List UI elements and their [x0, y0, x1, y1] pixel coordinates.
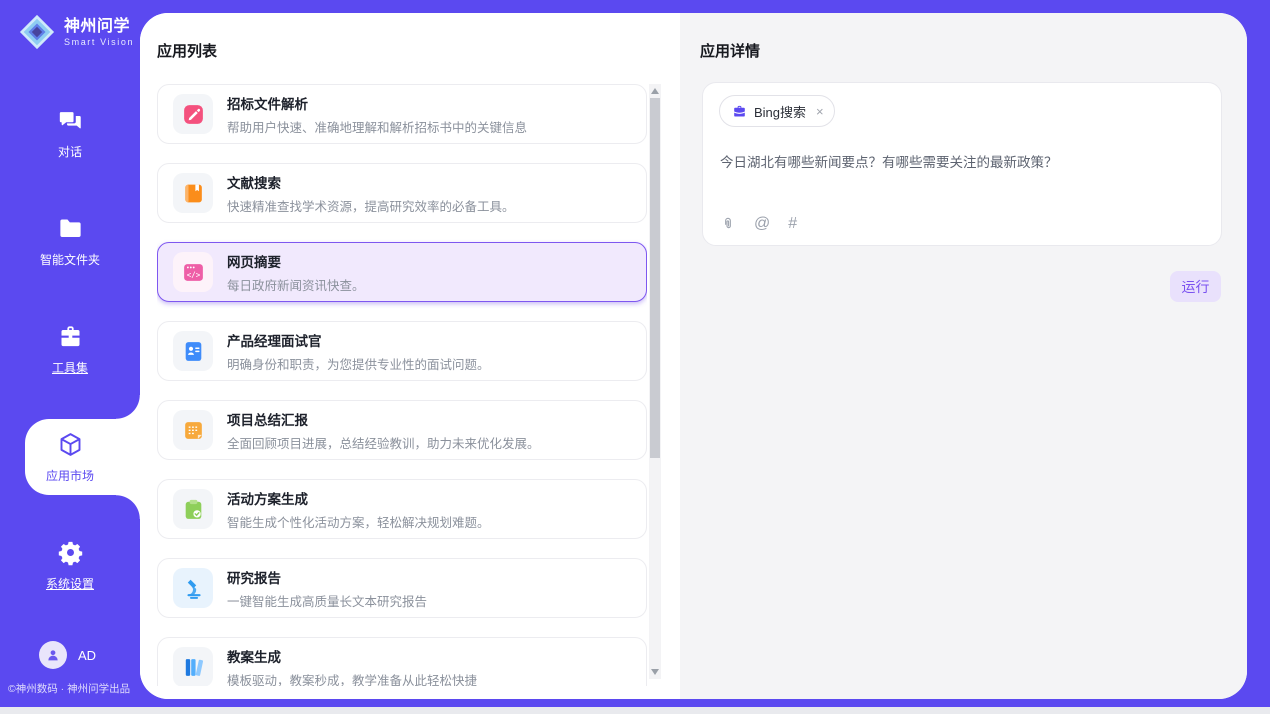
scrollbar-up-arrow-icon[interactable]	[651, 88, 659, 94]
user-label: AD	[78, 648, 96, 663]
sidebar-item-cube[interactable]: 应用市场	[0, 403, 140, 511]
resume-person-icon	[181, 339, 206, 364]
avatar-person-icon	[45, 647, 61, 663]
app-item-description: 帮助用户快速、准确地理解和解析招标书中的关键信息	[227, 117, 527, 136]
app-item-title: 文献搜索	[227, 172, 515, 192]
book-icon	[181, 181, 206, 206]
briefcase-icon	[732, 104, 747, 119]
clipboard-check-icon	[181, 497, 206, 522]
app-list-item[interactable]: 教案生成 模板驱动，教案秒成，教学准备从此轻松快捷	[157, 637, 647, 686]
app-list-item[interactable]: 项目总结汇报 全面回顾项目进展，总结经验教训，助力未来优化发展。	[157, 400, 647, 460]
sidebar-item-label: 系统设置	[46, 575, 94, 592]
app-item-description: 明确身份和职责，为您提供专业性的面试问题。	[227, 354, 490, 373]
run-button[interactable]: 运行	[1170, 271, 1221, 302]
document-edit-icon	[181, 102, 206, 127]
brand-logo: 神州问学 Smart Vision	[18, 13, 134, 51]
app-item-title: 教案生成	[227, 646, 477, 666]
books-icon	[181, 655, 206, 680]
active-item-curve-bottom	[116, 495, 140, 519]
app-icon-tile	[173, 647, 213, 686]
brand-subtitle: Smart Vision	[64, 37, 134, 47]
toolbox-icon	[57, 323, 84, 350]
folder-icon	[57, 215, 84, 242]
active-item-curve-top	[116, 395, 140, 419]
sidebar: 神州问学 Smart Vision 对话 智能文件夹 工具集 应用市场	[0, 0, 140, 707]
sidebar-item-label: 工具集	[52, 359, 88, 376]
hash-icon[interactable]: #	[788, 216, 797, 232]
app-icon-tile	[173, 94, 213, 134]
app-list: 招标文件解析 帮助用户快速、准确地理解和解析招标书中的关键信息 文献搜索 快速精…	[157, 84, 647, 686]
app-item-title: 研究报告	[227, 567, 427, 587]
app-list-item[interactable]: </> 网页摘要 每日政府新闻资讯快查。	[157, 242, 647, 302]
app-item-description: 快速精准查找学术资源，提高研究效率的必备工具。	[227, 196, 515, 215]
sidebar-item-label: 应用市场	[46, 467, 94, 484]
browser-code-icon: </>	[181, 260, 206, 285]
app-list-title: 应用列表	[157, 40, 217, 61]
app-icon-tile	[173, 410, 213, 450]
app-item-title: 活动方案生成	[227, 488, 490, 508]
sidebar-item-toolbox[interactable]: 工具集	[0, 295, 140, 403]
at-icon[interactable]: @	[754, 216, 770, 232]
gear-icon	[57, 539, 84, 566]
user-row: AD	[39, 641, 96, 669]
app-detail-title: 应用详情	[700, 40, 760, 61]
app-list-item[interactable]: 文献搜索 快速精准查找学术资源，提高研究效率的必备工具。	[157, 163, 647, 223]
sidebar-item-chat[interactable]: 对话	[0, 79, 140, 187]
query-input-card: Bing搜索 × 今日湖北有哪些新闻要点？有哪些需要关注的最新政策？ @#	[702, 82, 1222, 246]
main-content: 应用列表 招标文件解析 帮助用户快速、准确地理解和解析招标书中的关键信息 文献搜…	[140, 13, 1247, 699]
sidebar-nav: 对话 智能文件夹 工具集 应用市场 系统设置	[0, 79, 140, 619]
input-toolbar: @#	[720, 216, 797, 232]
app-item-description: 全面回顾项目进展，总结经验教训，助力未来优化发展。	[227, 433, 540, 452]
app-detail-panel: 应用详情 Bing搜索 × 今日湖北有哪些新闻要点？有哪些需要关注的最新政策？ …	[680, 13, 1247, 699]
tool-chip-label: Bing搜索	[754, 102, 806, 121]
tool-chip-bing-search: Bing搜索 ×	[719, 95, 835, 127]
diamond-logo-icon	[18, 13, 56, 51]
close-icon[interactable]: ×	[816, 104, 824, 119]
cube-icon	[57, 431, 84, 458]
app-icon-tile	[173, 173, 213, 213]
scrollbar-track[interactable]	[649, 84, 661, 679]
app-item-title: 产品经理面试官	[227, 330, 490, 350]
app-icon-tile	[173, 331, 213, 371]
app-list-item[interactable]: 活动方案生成 智能生成个性化活动方案，轻松解决规划难题。	[157, 479, 647, 539]
app-item-title: 招标文件解析	[227, 93, 527, 113]
copyright-text: ©神州数码 · 神州问学出品	[8, 681, 130, 696]
app-list-item[interactable]: 研究报告 一键智能生成高质量长文本研究报告	[157, 558, 647, 618]
query-text: 今日湖北有哪些新闻要点？有哪些需要关注的最新政策？	[720, 153, 1205, 173]
app-list-item[interactable]: 产品经理面试官 明确身份和职责，为您提供专业性的面试问题。	[157, 321, 647, 381]
sidebar-item-label: 对话	[58, 143, 82, 160]
app-list-item[interactable]: 招标文件解析 帮助用户快速、准确地理解和解析招标书中的关键信息	[157, 84, 647, 144]
chat-icon	[57, 107, 84, 134]
brand-name: 神州问学	[64, 17, 134, 36]
app-item-description: 模板驱动，教案秒成，教学准备从此轻松快捷	[227, 670, 477, 687]
app-item-description: 每日政府新闻资讯快查。	[227, 275, 365, 294]
scrollbar-down-arrow-icon[interactable]	[651, 669, 659, 675]
app-item-title: 网页摘要	[227, 251, 365, 271]
app-icon-tile: </>	[173, 252, 213, 292]
app-frame: 神州问学 Smart Vision 对话 智能文件夹 工具集 应用市场	[0, 0, 1270, 707]
microscope-icon	[181, 576, 206, 601]
sidebar-item-gear[interactable]: 系统设置	[0, 511, 140, 619]
scrollbar-thumb[interactable]	[650, 98, 660, 458]
sidebar-item-label: 智能文件夹	[40, 251, 100, 268]
app-item-description: 智能生成个性化活动方案，轻松解决规划难题。	[227, 512, 490, 531]
app-item-description: 一键智能生成高质量长文本研究报告	[227, 591, 427, 610]
app-icon-tile	[173, 489, 213, 529]
app-item-title: 项目总结汇报	[227, 409, 540, 429]
app-icon-tile	[173, 568, 213, 608]
note-icon	[181, 418, 206, 443]
user-avatar[interactable]	[39, 641, 67, 669]
paperclip-icon[interactable]	[720, 216, 736, 232]
app-list-panel: 应用列表 招标文件解析 帮助用户快速、准确地理解和解析招标书中的关键信息 文献搜…	[140, 13, 680, 699]
sidebar-item-folder[interactable]: 智能文件夹	[0, 187, 140, 295]
svg-text:</>: </>	[186, 270, 200, 279]
